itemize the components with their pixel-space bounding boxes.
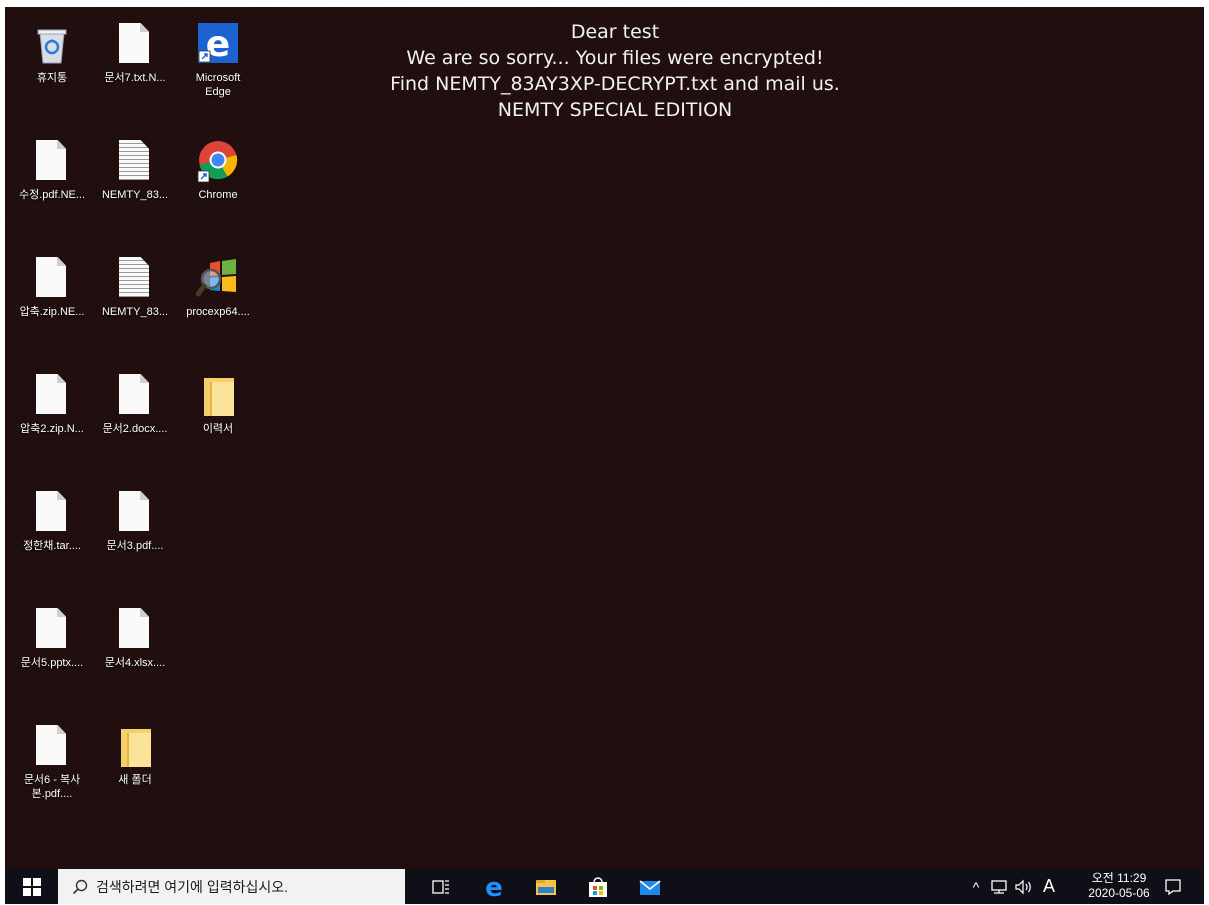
document-icon [32, 374, 72, 418]
desktop-icon-label: 문서4.xlsx.... [104, 657, 166, 669]
process-explorer-icon [195, 257, 238, 301]
ime-indicator[interactable]: A [1037, 869, 1061, 904]
document-icon [32, 608, 72, 652]
text-file-icon [115, 140, 155, 184]
desktop-icon-label: procexp64.... [186, 306, 250, 318]
desktop-icon-label: 문서2.docx.... [102, 423, 168, 435]
recycle-bin-icon [32, 23, 72, 67]
taskbar: 검색하려면 여기에 입력하십시오. e ^ A 오전 11:29 2020-05… [5, 869, 1204, 904]
desktop-icon-label: 문서5.pptx.... [20, 657, 84, 669]
search-icon [72, 879, 88, 894]
notification-icon [1165, 878, 1181, 895]
task-view-button[interactable] [417, 869, 465, 904]
ime-indicator-label: A [1042, 876, 1055, 896]
desktop-icon-file[interactable]: 문서3.pdf.... [92, 485, 178, 571]
ransom-line-instructions: Find NEMTY_83AY3XP-DECRYPT.txt and mail … [390, 73, 840, 95]
desktop-icon-chrome[interactable]: Chrome [175, 134, 261, 220]
edge-icon: e [198, 23, 238, 67]
search-placeholder: 검색하려면 여기에 입력하십시오. [96, 878, 288, 895]
taskbar-store-button[interactable] [574, 869, 622, 904]
store-bag-icon [589, 876, 607, 897]
ransom-line-apology: We are so sorry... Your files were encry… [406, 47, 824, 69]
mail-icon [639, 879, 661, 895]
taskbar-search-box[interactable]: 검색하려면 여기에 입력하십시오. [58, 869, 405, 904]
taskbar-mail-button[interactable] [626, 869, 674, 904]
ransom-note: Dear test We are so sorry... Your files … [325, 19, 905, 123]
start-button[interactable] [5, 869, 58, 904]
tray-volume-button[interactable] [1011, 869, 1037, 904]
taskbar-edge-button[interactable]: e [470, 869, 518, 904]
desktop-icon-file[interactable]: 정한채.tar.... [9, 485, 95, 571]
desktop-icon-file[interactable]: 문서4.xlsx.... [92, 602, 178, 688]
desktop-icon-edge[interactable]: e Microsoft Edge [175, 17, 261, 103]
desktop-icon-file[interactable]: 문서6 - 복사본.pdf.... [9, 719, 95, 805]
document-icon [115, 23, 155, 67]
desktop-icon-label: 휴지통 [36, 72, 68, 84]
folder-icon [115, 725, 155, 769]
ransom-line-greeting: Dear test [570, 21, 660, 43]
desktop-icon-label: NEMTY_83... [101, 189, 169, 201]
taskbar-file-explorer-button[interactable] [522, 869, 570, 904]
desktop-icon-label: 새 폴더 [118, 774, 152, 786]
desktop-icon-file[interactable]: 압축2.zip.N... [9, 368, 95, 454]
desktop-icon-label: 정한채.tar.... [23, 540, 81, 552]
windows-logo-icon [22, 877, 41, 896]
desktop-icon-label: 압축2.zip.N... [20, 423, 84, 435]
text-file-icon [115, 257, 155, 301]
ransom-line-edition: NEMTY SPECIAL EDITION [497, 99, 733, 121]
document-icon [115, 374, 155, 418]
desktop-icon-file[interactable]: 문서2.docx.... [92, 368, 178, 454]
desktop-icon-ransom-note-file[interactable]: NEMTY_83... [92, 134, 178, 220]
volume-icon [1015, 879, 1031, 894]
chrome-icon [197, 140, 238, 184]
desktop-icon-label: Microsoft Edge [195, 72, 241, 98]
desktop-icon-recycle-bin[interactable]: 휴지통 [9, 17, 95, 103]
desktop-icon-file[interactable]: 압축.zip.NE... [9, 251, 95, 337]
folder-icon [198, 374, 238, 418]
desktop-icon-label: 문서3.pdf.... [106, 540, 164, 552]
tray-overflow-button[interactable]: ^ [965, 869, 987, 904]
desktop[interactable]: Dear test We are so sorry... Your files … [5, 7, 1204, 869]
desktop-icon-label: NEMTY_83... [101, 306, 169, 318]
desktop-icon-label: Chrome [198, 189, 238, 201]
screen: Dear test We are so sorry... Your files … [5, 7, 1204, 904]
desktop-icon-ransom-note-file[interactable]: NEMTY_83... [92, 251, 178, 337]
document-icon [32, 140, 72, 184]
clock-date: 2020-05-06 [1088, 886, 1150, 900]
document-icon [32, 257, 72, 301]
network-icon [991, 879, 1007, 894]
desktop-icon-file[interactable]: 문서7.txt.N... [92, 17, 178, 103]
document-icon [32, 725, 72, 769]
desktop-icon-file[interactable]: 문서5.pptx.... [9, 602, 95, 688]
desktop-icon-file[interactable]: 수정.pdf.NE... [9, 134, 95, 220]
action-center-button[interactable] [1153, 869, 1193, 904]
document-icon [115, 608, 155, 652]
desktop-icon-label: 이력서 [202, 423, 234, 435]
clock-time: 오전 11:29 [1091, 871, 1147, 885]
desktop-icon-procexp[interactable]: procexp64.... [175, 251, 261, 337]
taskbar-clock[interactable]: 오전 11:29 2020-05-06 [1081, 871, 1157, 901]
desktop-icon-folder[interactable]: 이력서 [175, 368, 261, 454]
tray-network-button[interactable] [987, 869, 1011, 904]
desktop-icon-label: 문서6 - 복사본.pdf.... [23, 774, 81, 800]
desktop-icon-label: 수정.pdf.NE... [18, 189, 86, 201]
document-icon [115, 491, 155, 535]
task-view-icon [432, 879, 449, 894]
desktop-icon-label: 압축.zip.NE... [19, 306, 85, 318]
chevron-up-icon: ^ [972, 878, 980, 895]
edge-icon: e [485, 876, 503, 898]
desktop-icon-label: 문서7.txt.N... [104, 72, 166, 84]
desktop-icon-folder[interactable]: 새 폴더 [92, 719, 178, 805]
file-explorer-icon [536, 879, 556, 895]
svg-text:e: e [485, 876, 503, 898]
document-icon [32, 491, 72, 535]
